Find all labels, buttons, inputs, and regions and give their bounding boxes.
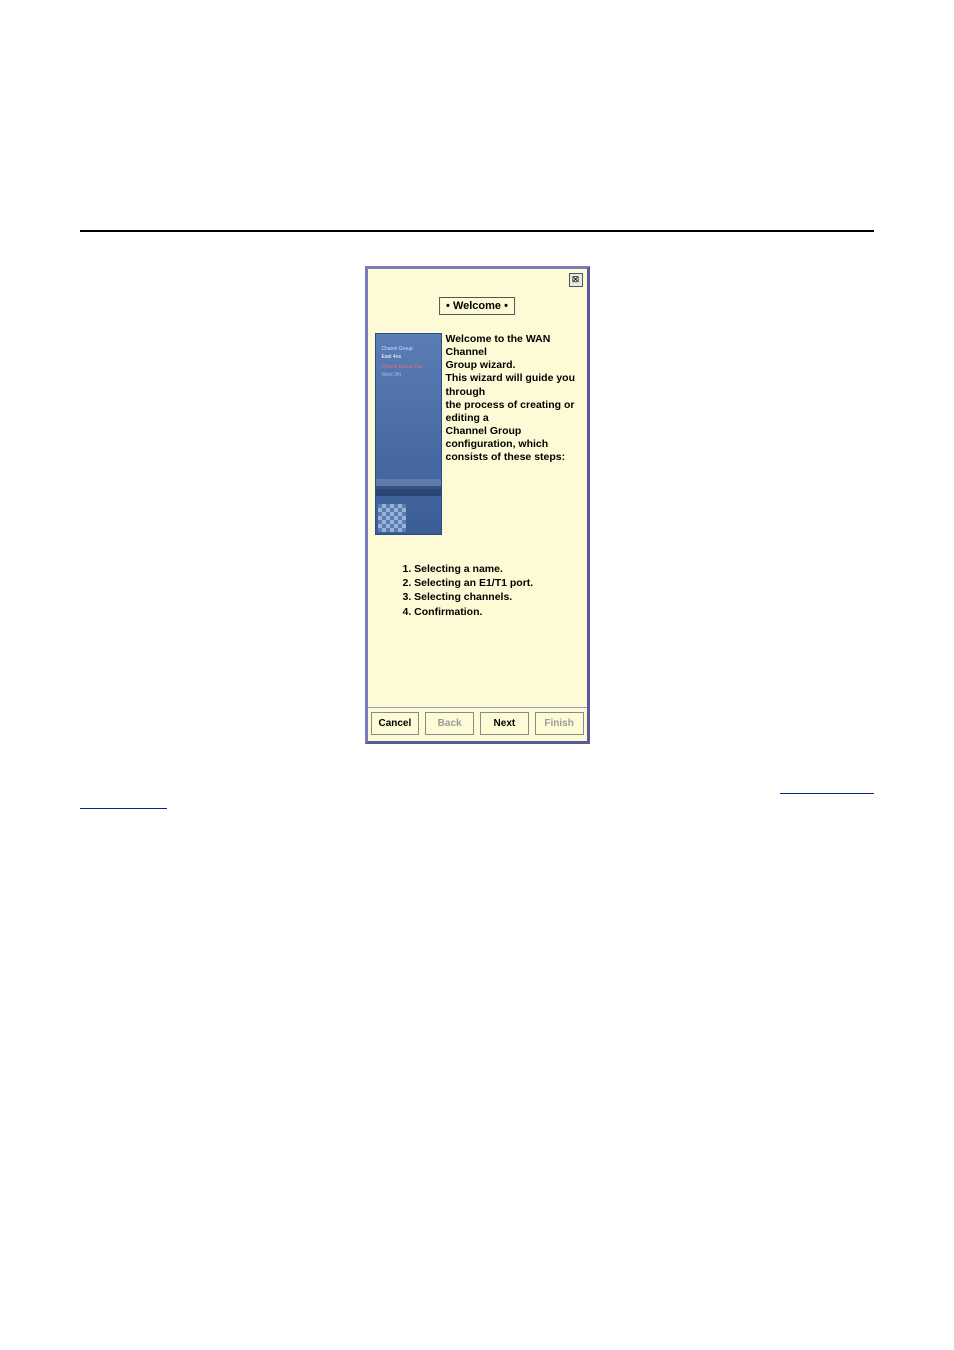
side-label: Chanel Group You: [382, 364, 423, 370]
decor-checker: [378, 504, 406, 532]
side-label: West 2fn: [382, 372, 402, 378]
close-icon[interactable]: ⊠: [569, 273, 583, 287]
cancel-button[interactable]: Cancel: [371, 712, 420, 735]
intro-line: the process of creating or editing a: [446, 399, 579, 425]
wizard-window: ⊠ • Welcome • Chanel Group East 4ns Chan…: [365, 266, 590, 744]
wizard-intro-text: Welcome to the WAN Channel Group wizard.…: [446, 333, 579, 464]
intro-line: Welcome to the WAN Channel: [446, 333, 579, 359]
step-line: 2. Selecting an E1/T1 port.: [403, 576, 577, 590]
wizard-steps: 1. Selecting a name. 2. Selecting an E1/…: [403, 562, 577, 619]
page: ⊠ • Welcome • Chanel Group East 4ns Chan…: [0, 0, 954, 1350]
side-label: East 4ns: [382, 354, 401, 360]
step-line: 3. Selecting channels.: [403, 590, 577, 604]
header-rule: [80, 230, 874, 232]
finish-button: Finish: [535, 712, 584, 735]
decor-stripe: [376, 486, 441, 496]
intro-line: Group wizard.: [446, 359, 579, 372]
side-label: Chanel Group: [382, 346, 413, 352]
step-line: 1. Selecting a name.: [403, 562, 577, 576]
wizard-button-row: Cancel Back Next Finish: [368, 707, 587, 735]
intro-line: Channel Group configuration, which: [446, 425, 579, 451]
back-button: Back: [425, 712, 474, 735]
page-link-row: [80, 780, 874, 809]
step-line: 4. Confirmation.: [403, 605, 577, 619]
intro-line: consists of these steps:: [446, 451, 579, 464]
wizard-screenshot: ⊠ • Welcome • Chanel Group East 4ns Chan…: [365, 266, 590, 744]
page-body-space: [80, 809, 874, 1329]
intro-line: This wizard will guide you through: [446, 372, 579, 398]
page-link-right[interactable]: [780, 780, 874, 794]
page-link-left[interactable]: [80, 795, 167, 809]
wizard-title-tab: • Welcome •: [439, 297, 515, 315]
wizard-side-image: Chanel Group East 4ns Chanel Group You W…: [375, 333, 442, 535]
next-button[interactable]: Next: [480, 712, 529, 735]
